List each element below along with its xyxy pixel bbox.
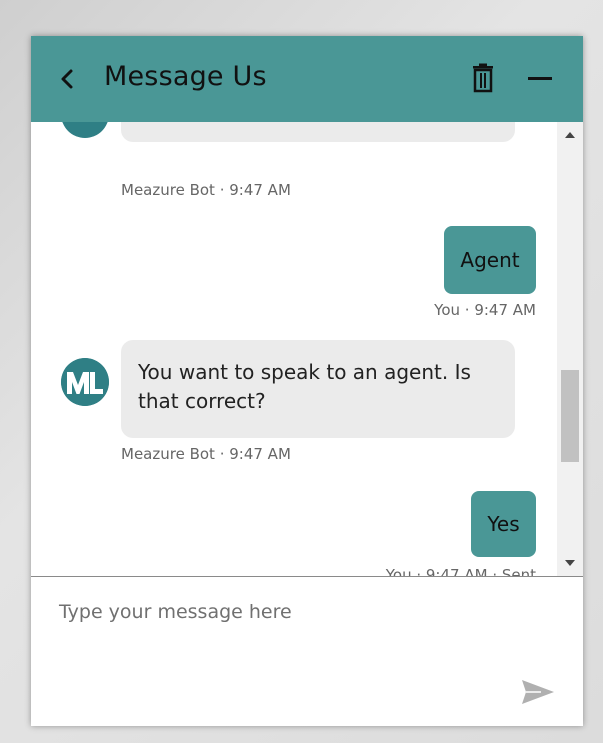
delete-conversation-button[interactable] (469, 62, 497, 94)
bot-message-bubble (121, 122, 515, 142)
message-meta: Meazure Bot · 9:47 AM (121, 445, 291, 463)
triangle-down-icon (565, 560, 575, 566)
user-message-text: Yes (487, 511, 520, 536)
user-message-text: Agent (460, 247, 520, 272)
user-message-bubble: Agent (444, 226, 536, 294)
chevron-left-icon (61, 69, 73, 89)
scroll-down-button[interactable] (557, 554, 583, 572)
message-meta: You · 9:47 AM (434, 301, 536, 319)
message-scrollbar[interactable] (557, 122, 583, 576)
message-composer (31, 577, 583, 726)
message-meta: You · 9:47 AM · Sent (385, 566, 536, 576)
triangle-up-icon (565, 132, 575, 138)
minimize-icon (528, 77, 552, 80)
bot-avatar (61, 358, 109, 406)
minimize-button[interactable] (525, 64, 555, 94)
chat-window: Message Us Meazure Bot · 9:47 AM Agent Y… (31, 36, 583, 726)
scroll-up-button[interactable] (557, 126, 583, 144)
bot-avatar (61, 122, 109, 138)
meazure-logo-icon (61, 358, 109, 406)
chat-title: Message Us (104, 61, 267, 92)
message-meta: Meazure Bot · 9:47 AM (121, 181, 291, 199)
chat-header: Message Us (31, 36, 583, 122)
back-button[interactable] (55, 62, 79, 96)
message-list[interactable]: Meazure Bot · 9:47 AM Agent You · 9:47 A… (31, 122, 557, 576)
bot-message-bubble: You want to speak to an agent. Is that c… (121, 340, 515, 438)
send-icon (522, 680, 554, 704)
bot-message-text: You want to speak to an agent. Is that c… (138, 360, 471, 413)
send-button[interactable] (519, 675, 557, 709)
user-message-bubble: Yes (471, 491, 536, 557)
trash-icon (473, 63, 493, 93)
message-input[interactable] (57, 599, 531, 703)
scroll-thumb[interactable] (561, 370, 579, 462)
